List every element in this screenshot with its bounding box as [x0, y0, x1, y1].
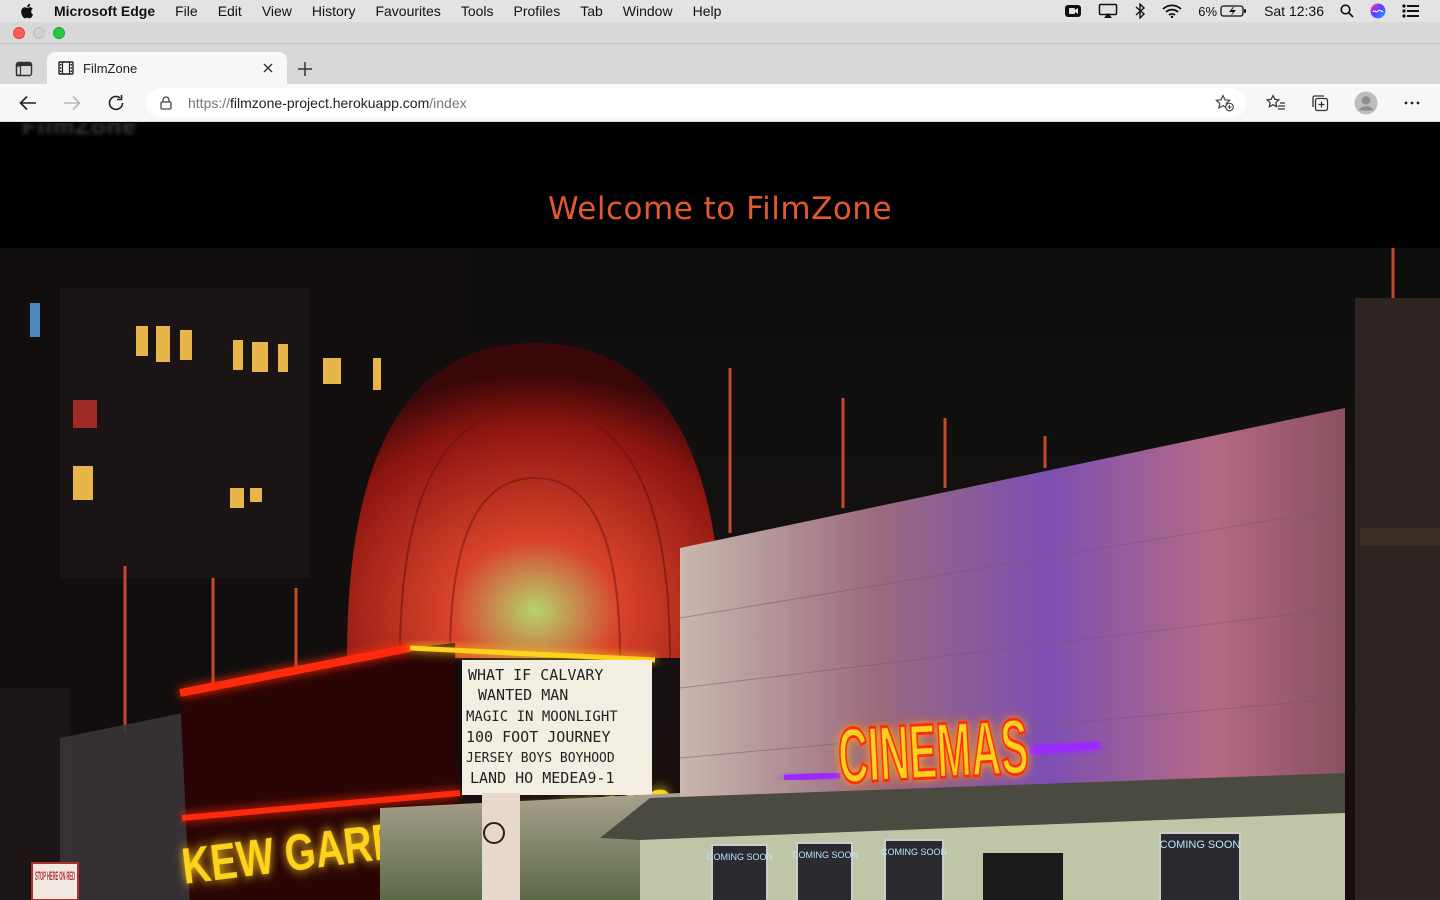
menu-view[interactable]: View: [252, 0, 302, 22]
star-add-icon: [1215, 94, 1234, 112]
wifi-icon[interactable]: [1154, 4, 1190, 18]
refresh-icon: [108, 95, 124, 111]
menu-profiles[interactable]: Profiles: [504, 0, 571, 22]
window-close-button[interactable]: [13, 27, 25, 39]
close-icon: [263, 63, 273, 73]
browser-toolbar: https://filmzone-project.herokuapp.com/i…: [0, 84, 1440, 122]
poster-label: COMING SOON: [881, 847, 947, 857]
arrow-right-icon: [64, 95, 81, 111]
marquee-right-sign: CINEMAS: [836, 702, 1030, 800]
clock[interactable]: Sat 12:36: [1256, 3, 1332, 19]
url-scheme: https://: [188, 95, 231, 111]
marquee-line: MAGIC IN MOONLIGHT: [466, 709, 618, 725]
tab-title: FilmZone: [83, 60, 138, 76]
profile-button[interactable]: [1353, 90, 1379, 116]
settings-more-button[interactable]: [1399, 90, 1425, 116]
address-bar[interactable]: https://filmzone-project.herokuapp.com/i…: [146, 88, 1246, 118]
marquee-line: WHAT IF CALVARY: [468, 666, 603, 684]
poster-label: COMING SOON: [707, 852, 773, 862]
menu-window[interactable]: Window: [613, 0, 683, 22]
menu-favourites[interactable]: Favourites: [365, 0, 450, 22]
navbar-brand-logo[interactable]: FilmZone: [22, 123, 137, 141]
marquee-line: LAND HO MEDEA9-1: [470, 769, 615, 787]
url-host: filmzone-project.herokuapp.com: [230, 95, 430, 111]
hero-image: KEW GARDENS CINEMAS WHAT IF CALVARY WANT…: [0, 248, 1440, 900]
marquee-line: 100 FOOT JOURNEY: [466, 728, 611, 746]
forward-button[interactable]: [59, 90, 85, 116]
spotlight-search-icon[interactable]: [1332, 4, 1362, 18]
stop-sign-text: STOP HERE ON RED: [35, 869, 75, 883]
tab-close-button[interactable]: [259, 59, 277, 77]
plus-icon: [298, 62, 312, 76]
lock-icon[interactable]: [158, 95, 174, 111]
battery-percent: 6%: [1198, 3, 1218, 19]
window-minimize-button[interactable]: [33, 27, 45, 39]
menu-history[interactable]: History: [302, 0, 366, 22]
film-favicon-icon: [57, 59, 75, 77]
battery-status[interactable]: 6%: [1190, 4, 1256, 19]
collections-icon: [1312, 95, 1329, 112]
refresh-button[interactable]: [103, 90, 129, 116]
marquee-line: WANTED MAN: [478, 686, 568, 704]
camera-status-icon[interactable]: [1056, 4, 1090, 18]
favourites-list-icon: [1266, 94, 1285, 110]
menu-tab[interactable]: Tab: [570, 0, 613, 22]
macos-menu-bar: Microsoft Edge File Edit View History Fa…: [0, 0, 1440, 22]
app-menu[interactable]: Microsoft Edge: [54, 0, 165, 22]
siri-icon[interactable]: [1362, 3, 1394, 19]
collections-button[interactable]: [1307, 90, 1333, 116]
battery-charging-icon: [1220, 5, 1247, 17]
tab-strip: FilmZone: [0, 44, 1440, 84]
menu-file[interactable]: File: [165, 0, 208, 22]
avatar-icon: [1354, 91, 1378, 115]
window-title-bar: [0, 22, 1440, 44]
url-text[interactable]: https://filmzone-project.herokuapp.com/i…: [188, 95, 1214, 111]
cinema-photo: KEW GARDENS CINEMAS WHAT IF CALVARY WANT…: [0, 248, 1440, 900]
apple-icon: [21, 3, 33, 19]
bluetooth-icon[interactable]: [1126, 3, 1154, 19]
tab-filmzone[interactable]: FilmZone: [47, 52, 287, 84]
menu-edit[interactable]: Edit: [208, 0, 252, 22]
window-fullscreen-button[interactable]: [53, 27, 65, 39]
web-page: FilmZone Welcome to FilmZone KEW WHAT IF…: [0, 123, 1440, 900]
url-path: /index: [429, 95, 467, 111]
arrow-left-icon: [19, 95, 36, 111]
marquee-line: JERSEY BOYS BOYHOOD: [466, 751, 615, 766]
page-heading: Welcome to FilmZone: [547, 191, 893, 227]
back-button[interactable]: [15, 90, 41, 116]
apple-menu[interactable]: [0, 3, 54, 19]
poster-label: COMING SOON: [1160, 839, 1241, 851]
tab-actions-menu-button[interactable]: [12, 58, 36, 80]
menu-tools[interactable]: Tools: [451, 0, 504, 22]
new-tab-button[interactable]: [293, 57, 317, 81]
favourites-button[interactable]: [1263, 90, 1289, 116]
more-horizontal-icon: [1404, 101, 1420, 105]
menu-help[interactable]: Help: [683, 0, 732, 22]
airplay-icon[interactable]: [1090, 3, 1126, 19]
tab-actions-icon: [15, 61, 33, 77]
control-center-icon[interactable]: [1394, 4, 1428, 18]
add-favourite-button[interactable]: [1214, 92, 1236, 114]
poster-label: COMING SOON: [792, 850, 858, 860]
